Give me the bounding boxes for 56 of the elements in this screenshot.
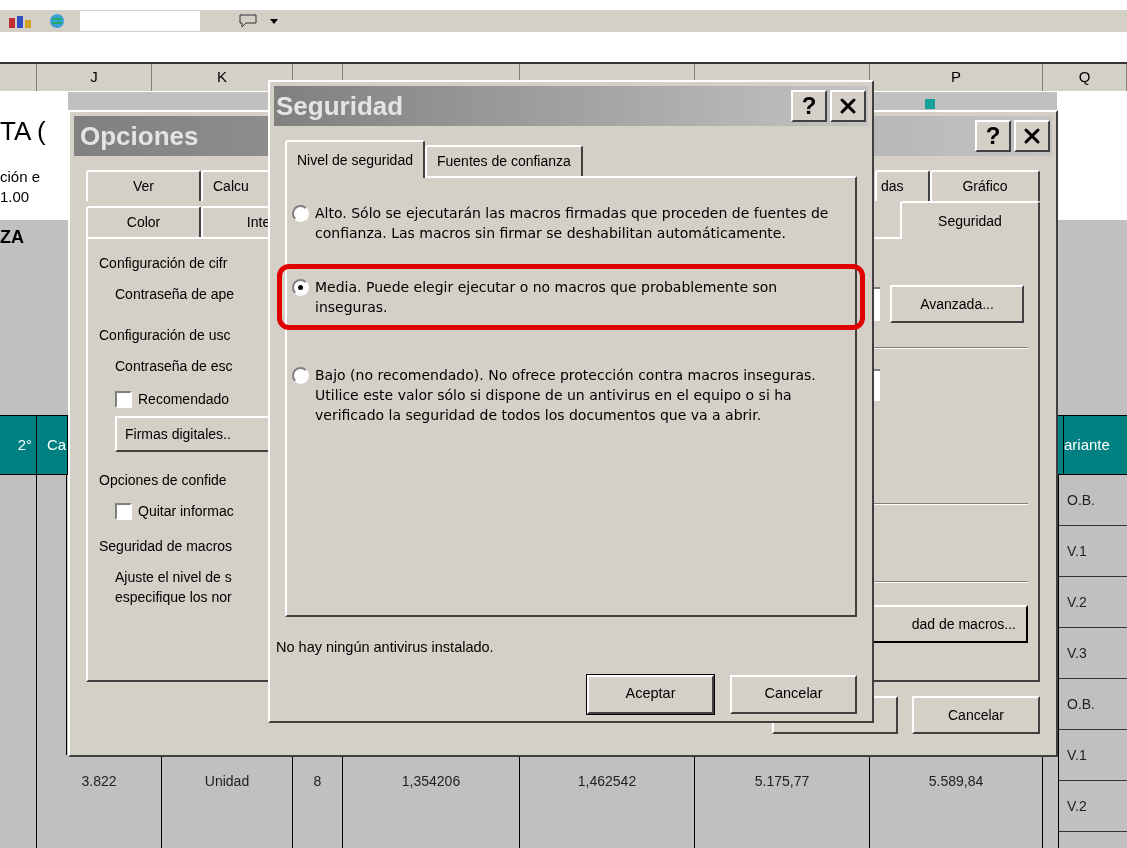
close-button[interactable] [1014, 120, 1050, 152]
column-header[interactable]: J [37, 64, 152, 91]
help-button[interactable]: ? [791, 90, 827, 122]
tab[interactable]: Fuentes de confianza [424, 145, 583, 176]
radio-button[interactable] [292, 367, 309, 384]
caret-icon[interactable] [270, 18, 278, 24]
field-label: Contraseña de esc [115, 357, 234, 376]
table-cell: O.B. [1059, 679, 1127, 730]
sheet-subtitle: ción e [0, 167, 42, 187]
section-label: Configuración de cifr [99, 254, 229, 273]
tab[interactable]: Ver [86, 170, 201, 201]
checkbox[interactable] [115, 503, 132, 520]
tab[interactable]: Gráfico [930, 170, 1040, 201]
table-cell: V.1 [1059, 730, 1127, 781]
table-cell: V.3 [1059, 628, 1127, 679]
status-text: No hay ningún antivirus instalado. [276, 638, 495, 657]
sheet-title: TA ( [0, 115, 46, 148]
sheet-subtitle: 1.00 [0, 187, 31, 207]
checkbox[interactable] [115, 391, 132, 408]
column-heading: ariante [1063, 416, 1127, 474]
tab[interactable]: das [875, 170, 930, 201]
radio-button[interactable] [292, 279, 309, 296]
checkbox-label: Recomendado [138, 390, 230, 409]
column-heading: 2° [0, 416, 37, 474]
selection-handle [925, 99, 935, 109]
radio-button[interactable] [292, 205, 309, 222]
description-text: especifique los nor [115, 588, 233, 607]
cancel-button[interactable]: Cancelar [730, 674, 857, 714]
cancel-button[interactable]: Cancelar [912, 696, 1040, 734]
column-header[interactable]: Q [1043, 64, 1127, 91]
option-text: Bajo (no recomendado). No ofrece protección contra macros inseguras. Utilice este valor sólo si dispone de un antivirus en el equipo o si ha verificado la seguridad de todos los documentos que va a abrir. [315, 366, 817, 425]
field-label: Contraseña de ape [115, 285, 236, 304]
ok-button[interactable]: Aceptar [587, 674, 714, 714]
tab[interactable]: Nivel de seguridad [285, 140, 425, 178]
section-label: Seguridad de macros [99, 537, 234, 556]
close-button[interactable] [830, 90, 866, 122]
description-text: Ajuste el nivel de s [115, 568, 233, 587]
table-cell: V.1 [1059, 526, 1127, 577]
chart-icon[interactable] [8, 14, 34, 28]
help-button[interactable]: ? [975, 120, 1011, 152]
option-text: Alto. Sólo se ejecutarán las macros firmadas que proceden de fuentes de confianza. Las macros sin firmar se deshabilitan automáticamente. [315, 204, 830, 243]
window-title: Opciones [80, 119, 199, 153]
section-title: ZA [0, 226, 24, 249]
tab[interactable]: Color [86, 206, 201, 237]
zoom-field[interactable] [80, 11, 200, 31]
section-label: Configuración de usc [99, 326, 232, 345]
window-title: Seguridad [276, 89, 404, 123]
option-text: Media. Puede elegir ejecutar o no macros que probablemente son inseguras. [315, 278, 779, 317]
checkbox-label: Quitar informac [138, 502, 234, 521]
table-cell: O.B. [1059, 475, 1127, 526]
section-label: Opciones de confide [99, 471, 228, 490]
tab[interactable]: Seguridad [900, 201, 1040, 239]
table-cell: V.2 [1059, 577, 1127, 628]
table-cell: V.2 [1059, 781, 1127, 832]
speech-bubble-icon[interactable] [238, 14, 260, 28]
advanced-button[interactable]: Avanzada... [890, 285, 1024, 323]
